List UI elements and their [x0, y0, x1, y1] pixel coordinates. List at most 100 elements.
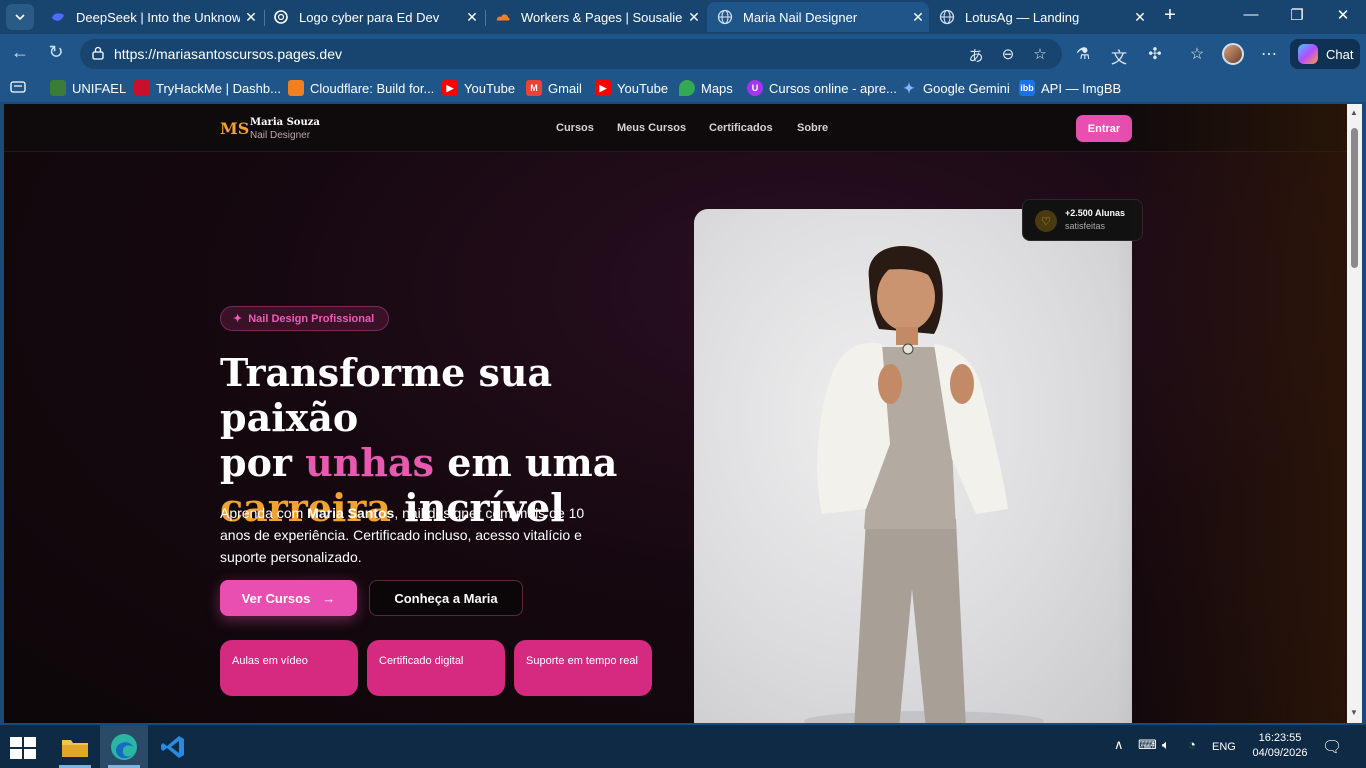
profile-avatar[interactable]	[1222, 43, 1244, 65]
close-window-icon[interactable]: ✕	[1328, 6, 1358, 24]
nav-meus-cursos[interactable]: Meus Cursos	[617, 122, 686, 134]
edge-browser-icon[interactable]	[100, 725, 148, 768]
address-bar[interactable]: https://mariasantoscursos.pages.dev あ ⊖ …	[80, 39, 1062, 69]
tab-maria-nail-designer[interactable]: Maria Nail Designer ✕	[707, 2, 929, 32]
nav-certificados[interactable]: Certificados	[709, 122, 773, 134]
file-explorer-icon[interactable]	[51, 725, 99, 768]
scroll-up-icon[interactable]: ▲	[1350, 108, 1358, 117]
favorites-icon[interactable]: ☆	[1186, 44, 1208, 64]
bookmark-tryhackme[interactable]: TryHackMe | Dashb...	[134, 80, 281, 96]
scroll-down-icon[interactable]: ▼	[1350, 708, 1358, 717]
title-line-1: Transforme sua paixão	[220, 350, 553, 440]
input-method-icon[interactable]: ⌨	[1138, 737, 1157, 753]
gemini-sparkle-icon: ✦	[903, 79, 915, 96]
feature-label: Aulas em vídeo	[232, 655, 308, 667]
page-viewport: MS Maria Souza Nail Designer Cursos Meus…	[4, 104, 1347, 723]
favorite-star-icon[interactable]: ☆	[1030, 45, 1050, 63]
bookmark-label: TryHackMe | Dashb...	[156, 80, 281, 96]
site-info-icon[interactable]	[90, 46, 106, 62]
network-icon[interactable]: ◔	[1188, 737, 1196, 752]
page-scrollbar[interactable]: ▲ ▼	[1347, 104, 1362, 723]
stats-label: satisfeitas	[1065, 221, 1106, 231]
logo[interactable]: MS	[220, 119, 249, 138]
close-icon[interactable]: ✕	[461, 9, 483, 26]
restore-icon[interactable]: ❐	[1282, 6, 1312, 24]
instructor-photo	[694, 209, 1132, 723]
zoom-icon[interactable]: ⊖	[998, 45, 1018, 63]
feature-label: Suporte em tempo real	[526, 655, 638, 667]
bookmark-label: Cursos online - apre...	[769, 80, 897, 96]
refresh-icon[interactable]: ↻	[44, 42, 68, 63]
hero-badge: ✦ Nail Design Profissional	[220, 306, 390, 331]
login-button[interactable]: Entrar	[1076, 115, 1132, 142]
bookmark-cloudflare[interactable]: Cloudflare: Build for...	[288, 80, 434, 96]
imgbb-icon: ibb	[1019, 80, 1035, 96]
nav-cursos[interactable]: Cursos	[556, 122, 594, 134]
tab-logo-cyber[interactable]: Logo cyber para Ed Dev ✕	[263, 2, 483, 32]
tab-actions-menu[interactable]	[6, 4, 34, 30]
browser-tab-strip: DeepSeek | Into the Unknown ✕ Logo cyber…	[0, 0, 1366, 34]
bookmark-label: API — ImgBB	[1041, 80, 1122, 96]
windows-start-icon[interactable]	[10, 737, 36, 759]
bookmark-gemini[interactable]: ✦ Google Gemini	[901, 80, 1010, 96]
tab-workers-pages[interactable]: Workers & Pages | Sousaliedsc ✕	[485, 2, 705, 32]
tab-lotusag[interactable]: LotusAg — Landing ✕	[929, 2, 1151, 32]
minimize-icon[interactable]: —	[1236, 6, 1266, 23]
feature-card-aulas: Aulas em vídeo	[220, 640, 358, 696]
tab-deepseek[interactable]: DeepSeek | Into the Unknown ✕	[40, 2, 262, 32]
system-clock[interactable]: 16:23:55 04/09/2026	[1252, 731, 1308, 761]
extensions-puzzle-icon[interactable]: ✣	[1144, 44, 1166, 64]
scrollbar-thumb[interactable]	[1351, 128, 1358, 268]
brand-subtitle: Nail Designer	[250, 130, 311, 141]
tab-title: Logo cyber para Ed Dev	[299, 9, 440, 25]
copilot-chat-button[interactable]: Chat	[1290, 39, 1360, 69]
udemy-icon: U	[747, 80, 763, 96]
site-navbar: MS Maria Souza Nail Designer Cursos Meus…	[4, 104, 1347, 152]
button-label: Ver Cursos	[241, 590, 311, 606]
feature-label: Certificado digital	[379, 655, 464, 667]
bookmark-unifael[interactable]: UNIFAEL	[50, 80, 126, 96]
notification-center-icon[interactable]: 🗨︎	[1322, 737, 1342, 757]
url-text[interactable]: https://mariasantoscursos.pages.dev	[114, 46, 342, 62]
bookmarks-menu-icon[interactable]	[10, 80, 26, 94]
close-icon[interactable]: ✕	[907, 9, 929, 26]
instructor-name: Maria Santos	[307, 505, 395, 521]
extension-icon[interactable]: ⚗	[1072, 44, 1094, 64]
clock-date: 04/09/2026	[1252, 747, 1308, 759]
bookmark-label: Gmail	[548, 80, 582, 96]
windows-taskbar: ∧ ⌨ 🔈︎ ◔ ENG 16:23:55 04/09/2026 🗨︎	[0, 725, 1366, 768]
bookmark-gmail[interactable]: M Gmail	[526, 80, 582, 96]
bookmark-imgbb[interactable]: ibb API — ImgBB	[1019, 80, 1121, 96]
youtube-icon: ▶	[442, 80, 458, 96]
bookmark-youtube-2[interactable]: ▶ YouTube	[595, 80, 668, 96]
bookmark-cursos-online[interactable]: U Cursos online - apre...	[747, 80, 897, 96]
vscode-icon[interactable]	[149, 725, 197, 768]
more-options-icon[interactable]: ⋯	[1258, 44, 1280, 64]
read-aloud-icon[interactable]: あ	[966, 45, 986, 66]
bookmarks-bar: UNIFAEL TryHackMe | Dashb... Cloudflare:…	[0, 74, 1366, 102]
new-tab-button[interactable]: +	[1158, 4, 1182, 28]
back-arrow-icon[interactable]: ←	[8, 42, 32, 63]
chat-label: Chat	[1326, 46, 1354, 62]
tab-title: Workers & Pages | Sousaliedsc	[521, 9, 683, 25]
bookmark-label: Cloudflare: Build for...	[310, 80, 435, 96]
hero-description: Aprenda com Maria Santos, nail designer …	[220, 502, 610, 568]
nav-sobre[interactable]: Sobre	[797, 122, 828, 134]
ver-cursos-button[interactable]: Ver Cursos →	[220, 580, 357, 616]
show-hidden-icons[interactable]: ∧	[1114, 737, 1124, 753]
bookmark-maps[interactable]: Maps	[679, 80, 733, 96]
brand-name: Maria Souza	[250, 117, 320, 128]
cloudflare-icon	[495, 9, 511, 25]
close-icon[interactable]: ✕	[240, 9, 262, 26]
close-icon[interactable]: ✕	[683, 9, 705, 26]
bookmark-youtube[interactable]: ▶ YouTube	[442, 80, 515, 96]
unifael-icon	[50, 80, 66, 96]
bookmark-label: Google Gemini	[923, 80, 1010, 96]
close-icon[interactable]: ✕	[1129, 9, 1151, 26]
language-indicator[interactable]: ENG	[1212, 741, 1236, 753]
conheca-maria-button[interactable]: Conheça a Maria	[369, 580, 523, 616]
sparkles-icon: ✦	[233, 313, 243, 325]
bookmark-label: YouTube	[464, 80, 516, 96]
translate-icon[interactable]: 文	[1108, 44, 1130, 68]
volume-icon[interactable]: 🔈︎	[1162, 737, 1170, 753]
